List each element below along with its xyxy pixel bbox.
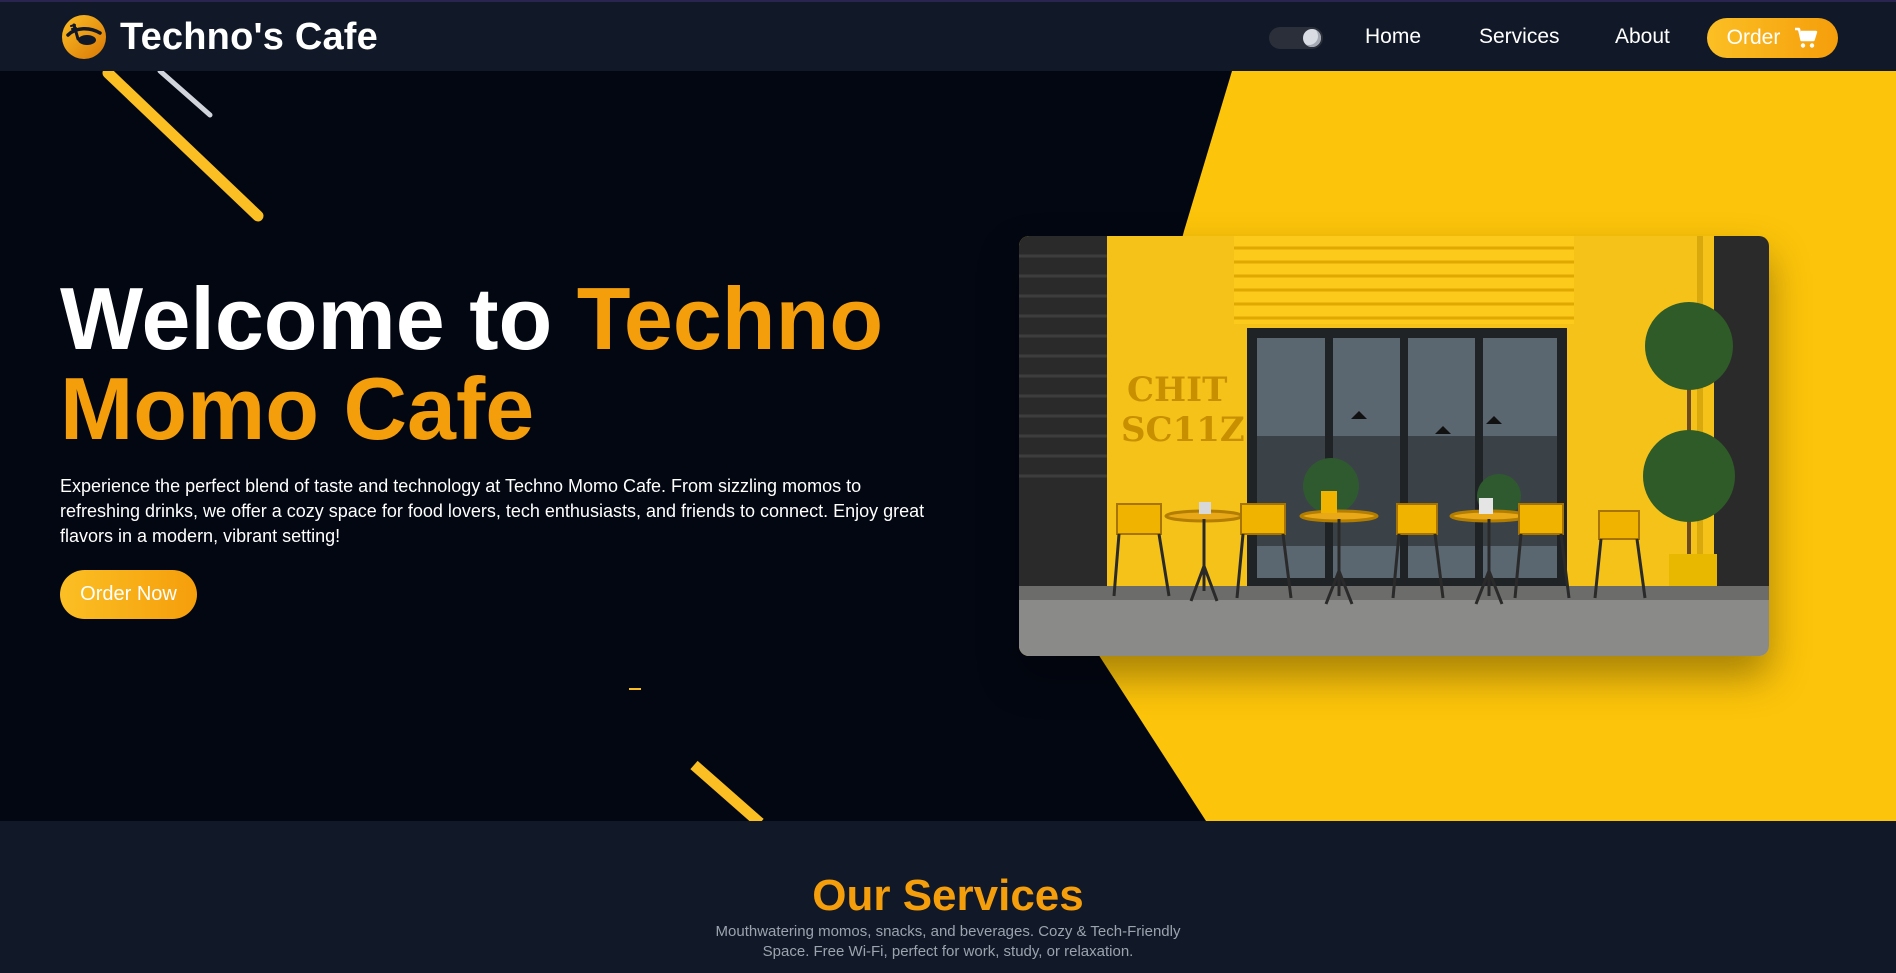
storefront-sign-line2: SC11Z	[1121, 410, 1245, 450]
order-button[interactable]: Order	[1707, 18, 1838, 58]
theme-toggle[interactable]	[1269, 27, 1323, 49]
services-title: Our Services	[812, 871, 1084, 920]
brand-name: Techno's Cafe	[120, 15, 378, 58]
brand-link[interactable]: Techno's Cafe	[60, 13, 378, 61]
storefront-sign-line1: CHIT	[1127, 370, 1227, 410]
navbar: Techno's Cafe Home Services About Order	[0, 0, 1896, 71]
order-button-label: Order	[1726, 26, 1781, 49]
nav-link-about[interactable]: About	[1615, 25, 1670, 49]
services-subtitle: Mouthwatering momos, snacks, and beverag…	[715, 923, 1181, 960]
cart-icon	[1795, 27, 1818, 48]
hero-title-lead: Welcome to	[60, 269, 577, 368]
moon-icon	[1303, 29, 1321, 47]
hero-section: Welcome to Techno Momo Cafe Experience t…	[0, 71, 1896, 821]
nav-link-services[interactable]: Services	[1479, 25, 1560, 49]
cafe-storefront-image: CHIT SC11Z	[1019, 236, 1769, 656]
cafe-logo-icon	[62, 15, 106, 59]
hero-title: Welcome to Techno Momo Cafe	[60, 274, 960, 454]
services-section: Our Services Mouthwatering momos, snacks…	[0, 821, 1896, 973]
hero-description: Experience the perfect blend of taste an…	[60, 476, 925, 546]
order-now-button[interactable]: Order Now	[60, 570, 197, 619]
nav-link-home[interactable]: Home	[1365, 25, 1421, 49]
